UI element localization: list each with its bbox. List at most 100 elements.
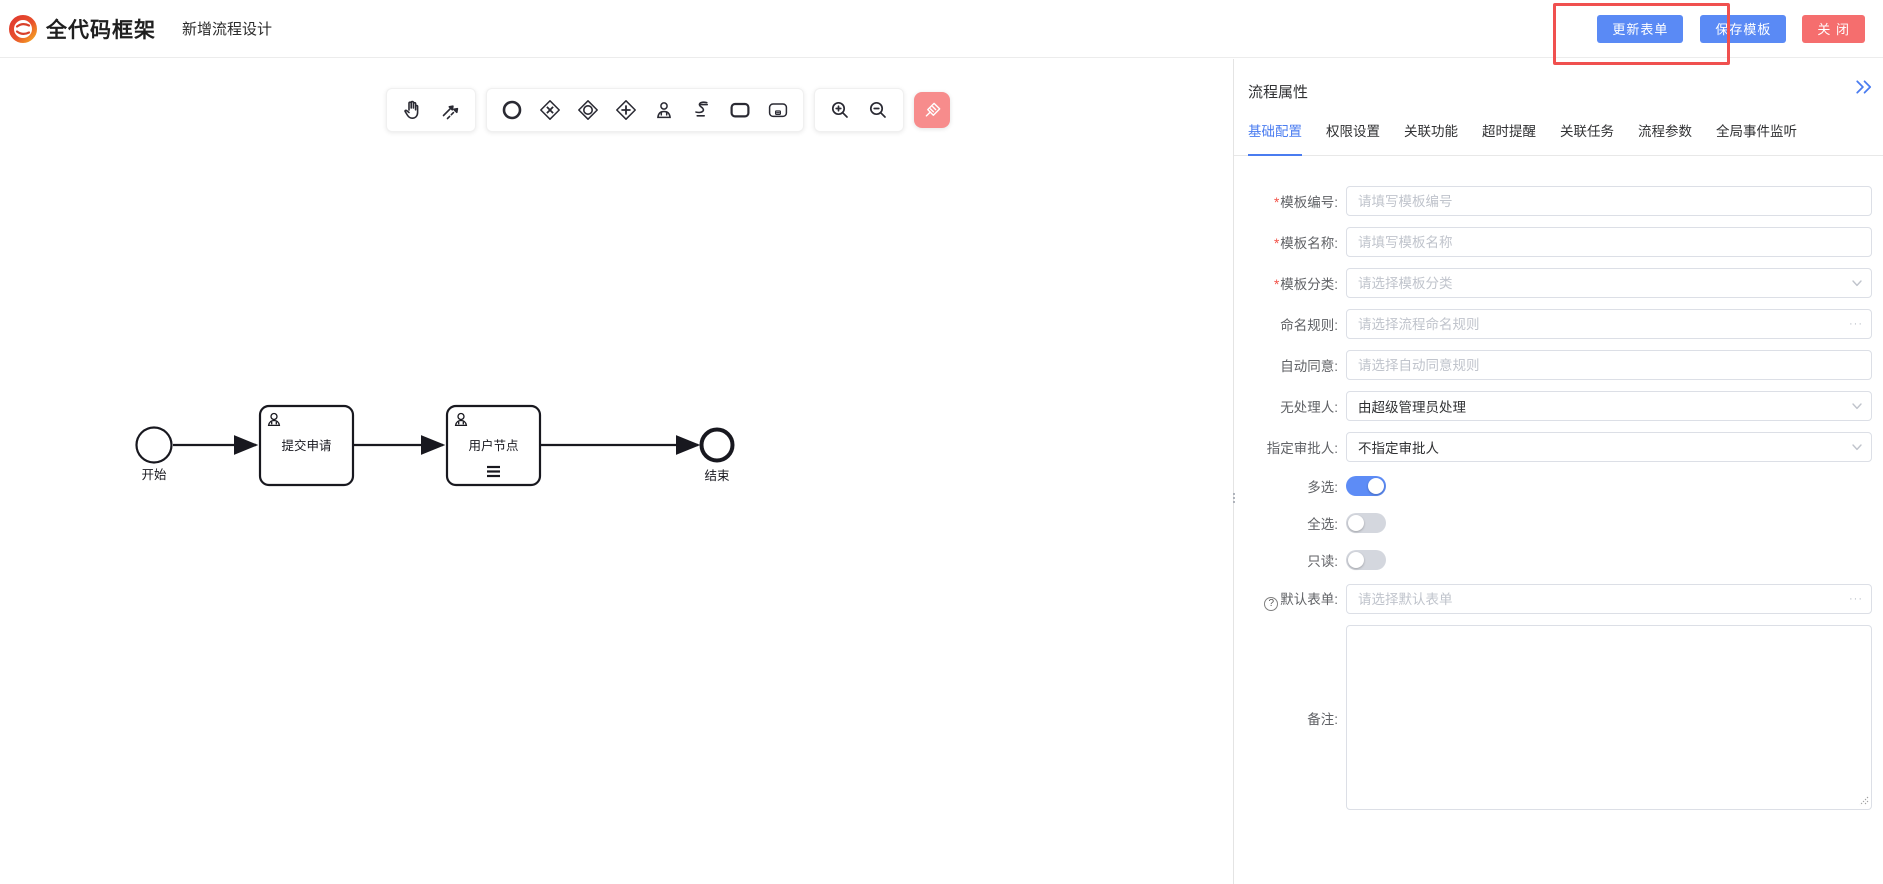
field-label: 无处理人: bbox=[1280, 400, 1338, 415]
readonly-toggle[interactable] bbox=[1346, 550, 1386, 570]
field-label: 只读: bbox=[1307, 554, 1338, 569]
field-label: 命名规则: bbox=[1280, 318, 1338, 333]
form-row: ?默认表单: ··· bbox=[1234, 584, 1872, 614]
subprocess-tool-button[interactable] bbox=[765, 97, 791, 123]
field-label: 自动同意: bbox=[1280, 359, 1338, 374]
space-tool-icon bbox=[438, 98, 462, 122]
field-label: 默认表单: bbox=[1280, 592, 1338, 607]
header: 全代码框架 新增流程设计 更新表单 保存模板 关 闭 bbox=[0, 0, 1883, 58]
task-label: 用户节点 bbox=[468, 438, 518, 453]
remark-textarea[interactable] bbox=[1346, 625, 1872, 810]
start-event-tool-button[interactable] bbox=[499, 97, 525, 123]
multi-select-toggle[interactable] bbox=[1346, 476, 1386, 496]
panel-title: 流程属性 bbox=[1234, 59, 1883, 102]
task-tool-button[interactable] bbox=[727, 97, 753, 123]
app-root: 全代码框架 新增流程设计 更新表单 保存模板 关 闭 开始 bbox=[0, 0, 1883, 884]
form-row: 多选: bbox=[1234, 473, 1872, 499]
hand-icon bbox=[400, 98, 424, 122]
template-code-input[interactable] bbox=[1346, 186, 1872, 216]
task-icon bbox=[728, 98, 752, 122]
task-node-user[interactable]: 用户节点 bbox=[447, 406, 540, 485]
field-label: 指定审批人: bbox=[1267, 441, 1338, 456]
basic-config-form: *模板编号: *模板名称: *模板分类: 命名规则: bbox=[1234, 156, 1883, 810]
tool-group-palette bbox=[486, 88, 804, 132]
form-row: *模板名称: bbox=[1234, 227, 1872, 257]
auto-agree-input[interactable] bbox=[1346, 350, 1872, 380]
no-handler-select[interactable] bbox=[1346, 391, 1872, 421]
process-diagram: 开始 提交申请 用户节点 bbox=[0, 59, 1233, 884]
task-label: 提交申请 bbox=[281, 438, 331, 453]
page-title: 新增流程设计 bbox=[182, 18, 272, 39]
default-form-input[interactable] bbox=[1346, 584, 1872, 614]
exclusive-gateway-tool-button[interactable] bbox=[537, 97, 563, 123]
bpmn-canvas[interactable]: 开始 提交申请 用户节点 bbox=[0, 59, 1233, 884]
form-row: 自动同意: bbox=[1234, 350, 1872, 380]
user-task-tool-button[interactable] bbox=[651, 97, 677, 123]
naming-rule-input[interactable] bbox=[1346, 309, 1872, 339]
end-event-label: 结束 bbox=[704, 469, 730, 483]
app-logo-icon bbox=[8, 14, 38, 44]
exclusive-gateway-icon bbox=[538, 98, 562, 122]
select-all-toggle[interactable] bbox=[1346, 513, 1386, 533]
required-mark: * bbox=[1274, 236, 1279, 251]
template-category-select[interactable] bbox=[1346, 268, 1872, 298]
subprocess-collapsed-icon bbox=[766, 98, 790, 122]
start-event-node[interactable]: 开始 bbox=[137, 428, 172, 483]
brush-icon bbox=[922, 100, 943, 121]
field-label: 模板分类: bbox=[1280, 277, 1338, 292]
tab-process-params[interactable]: 流程参数 bbox=[1638, 120, 1692, 155]
tab-global-events[interactable]: 全局事件监听 bbox=[1716, 120, 1797, 155]
form-row: 备注: bbox=[1234, 625, 1872, 810]
required-mark: * bbox=[1274, 195, 1279, 210]
inclusive-gateway-tool-button[interactable] bbox=[575, 97, 601, 123]
save-template-button[interactable]: 保存模板 bbox=[1700, 15, 1786, 43]
required-mark: * bbox=[1274, 277, 1279, 292]
inclusive-gateway-icon bbox=[576, 98, 600, 122]
script-task-icon bbox=[690, 98, 714, 122]
assigned-approver-select[interactable] bbox=[1346, 432, 1872, 462]
zoom-out-icon bbox=[866, 98, 890, 122]
tool-group-cursor bbox=[386, 88, 476, 132]
form-row: 全选: bbox=[1234, 510, 1872, 536]
tab-basic-config[interactable]: 基础配置 bbox=[1248, 120, 1302, 156]
update-form-button[interactable]: 更新表单 bbox=[1597, 15, 1683, 43]
canvas-toolbar bbox=[386, 88, 950, 132]
field-label: 全选: bbox=[1307, 517, 1338, 532]
hand-tool-button[interactable] bbox=[399, 97, 425, 123]
tab-related-function[interactable]: 关联功能 bbox=[1404, 120, 1458, 155]
double-chevron-right-icon bbox=[1855, 79, 1873, 95]
clear-canvas-button[interactable] bbox=[914, 92, 950, 128]
panel-collapse-button[interactable] bbox=[1855, 79, 1873, 95]
space-tool-button[interactable] bbox=[437, 97, 463, 123]
form-row: 无处理人: bbox=[1234, 391, 1872, 421]
panel-tabs: 基础配置 权限设置 关联功能 超时提醒 关联任务 流程参数 全局事件监听 bbox=[1234, 120, 1883, 156]
zoom-in-icon bbox=[828, 98, 852, 122]
tool-group-zoom bbox=[814, 88, 904, 132]
form-row: *模板分类: bbox=[1234, 268, 1872, 298]
tab-timeout-reminder[interactable]: 超时提醒 bbox=[1482, 120, 1536, 155]
form-row: *模板编号: bbox=[1234, 186, 1872, 216]
tab-related-task[interactable]: 关联任务 bbox=[1560, 120, 1614, 155]
script-task-tool-button[interactable] bbox=[689, 97, 715, 123]
field-label: 模板名称: bbox=[1280, 236, 1338, 251]
help-icon: ? bbox=[1264, 597, 1278, 611]
zoom-out-button[interactable] bbox=[865, 97, 891, 123]
close-button[interactable]: 关 闭 bbox=[1802, 15, 1865, 43]
user-task-icon bbox=[652, 98, 676, 122]
start-event-icon bbox=[500, 98, 524, 122]
end-event-node[interactable]: 结束 bbox=[702, 430, 733, 484]
panel-resize-handle[interactable] bbox=[1230, 488, 1238, 508]
form-row: 命名规则: ··· bbox=[1234, 309, 1872, 339]
template-name-input[interactable] bbox=[1346, 227, 1872, 257]
parallel-gateway-tool-button[interactable] bbox=[613, 97, 639, 123]
properties-panel: 流程属性 基础配置 权限设置 关联功能 超时提醒 关联任务 流程参数 全局事件监… bbox=[1233, 59, 1883, 884]
zoom-in-button[interactable] bbox=[827, 97, 853, 123]
form-row: 只读: bbox=[1234, 547, 1872, 573]
field-label: 多选: bbox=[1307, 480, 1338, 495]
start-event-label: 开始 bbox=[141, 468, 167, 482]
parallel-gateway-icon bbox=[614, 98, 638, 122]
task-node-submit[interactable]: 提交申请 bbox=[260, 406, 353, 485]
form-row: 指定审批人: bbox=[1234, 432, 1872, 462]
field-label: 模板编号: bbox=[1280, 195, 1338, 210]
tab-permission[interactable]: 权限设置 bbox=[1326, 120, 1380, 155]
